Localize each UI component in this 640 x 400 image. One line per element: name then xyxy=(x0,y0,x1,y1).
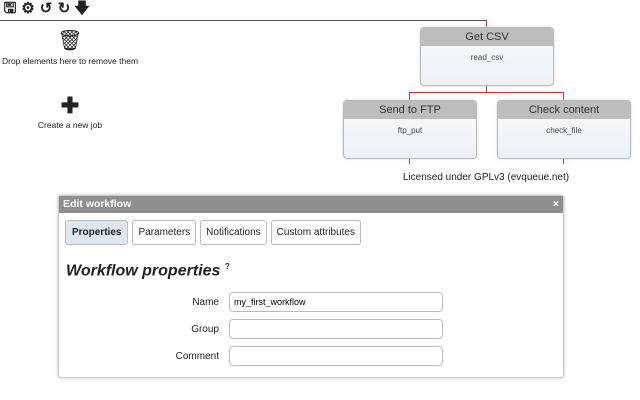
license-text: Licensed under GPLv3 (evqueue.net) xyxy=(402,172,570,183)
job-task: check_file xyxy=(546,126,582,135)
dialog-title: Edit workflow xyxy=(63,198,132,210)
group-label: Group xyxy=(191,324,219,335)
save-icon[interactable]: 🖫 xyxy=(2,0,18,18)
tab-notifications[interactable]: Notifications xyxy=(200,220,267,245)
redo-icon[interactable]: ↻ xyxy=(56,0,72,18)
job-title: Send to FTP xyxy=(344,101,476,119)
toolbar-divider xyxy=(0,20,487,21)
create-job[interactable]: ✚ Create a new job xyxy=(0,93,140,131)
edit-workflow-dialog: Edit workflow × Properties Parameters Not… xyxy=(58,195,564,378)
tab-properties[interactable]: Properties xyxy=(65,220,129,245)
undo-icon[interactable]: ↺ xyxy=(38,0,54,18)
job-title: Check content xyxy=(498,101,630,119)
toolbar: 🖫 ⚙ ↺ ↻ 🡇 xyxy=(2,0,90,18)
trash-label: Drop elements here to remove them xyxy=(1,56,139,66)
help-icon[interactable]: ? xyxy=(225,262,230,271)
heading-text: Workflow properties xyxy=(66,262,221,280)
job-get-csv[interactable]: Get CSV read_csv xyxy=(420,27,554,86)
job-task: ftp_put xyxy=(397,126,423,135)
job-send-to-ftp[interactable]: Send to FTP ftp_put xyxy=(343,100,477,159)
gear-icon[interactable]: ⚙ xyxy=(20,0,36,18)
name-input[interactable] xyxy=(229,292,443,312)
create-job-label: Create a new job xyxy=(37,120,103,130)
comment-label: Comment xyxy=(175,351,219,362)
comment-input[interactable] xyxy=(229,346,443,366)
plus-icon: ✚ xyxy=(60,93,80,118)
trash-zone[interactable]: 🗑 Drop elements here to remove them xyxy=(0,28,140,66)
close-icon[interactable]: × xyxy=(553,196,559,213)
job-title: Get CSV xyxy=(421,28,553,46)
dialog-header: Edit workflow × xyxy=(59,196,563,213)
tab-parameters[interactable]: Parameters xyxy=(132,220,197,245)
job-task: read_csv xyxy=(470,53,504,62)
name-label: Name xyxy=(192,297,219,308)
group-input[interactable] xyxy=(229,319,443,339)
section-heading: Workflow properties ? xyxy=(66,262,230,280)
job-check-content[interactable]: Check content check_file xyxy=(497,100,631,159)
trash-icon: 🗑 xyxy=(57,30,83,52)
download-icon[interactable]: 🡇 xyxy=(74,0,90,18)
tab-custom-attributes[interactable]: Custom attributes xyxy=(270,220,361,245)
connector xyxy=(409,92,564,93)
